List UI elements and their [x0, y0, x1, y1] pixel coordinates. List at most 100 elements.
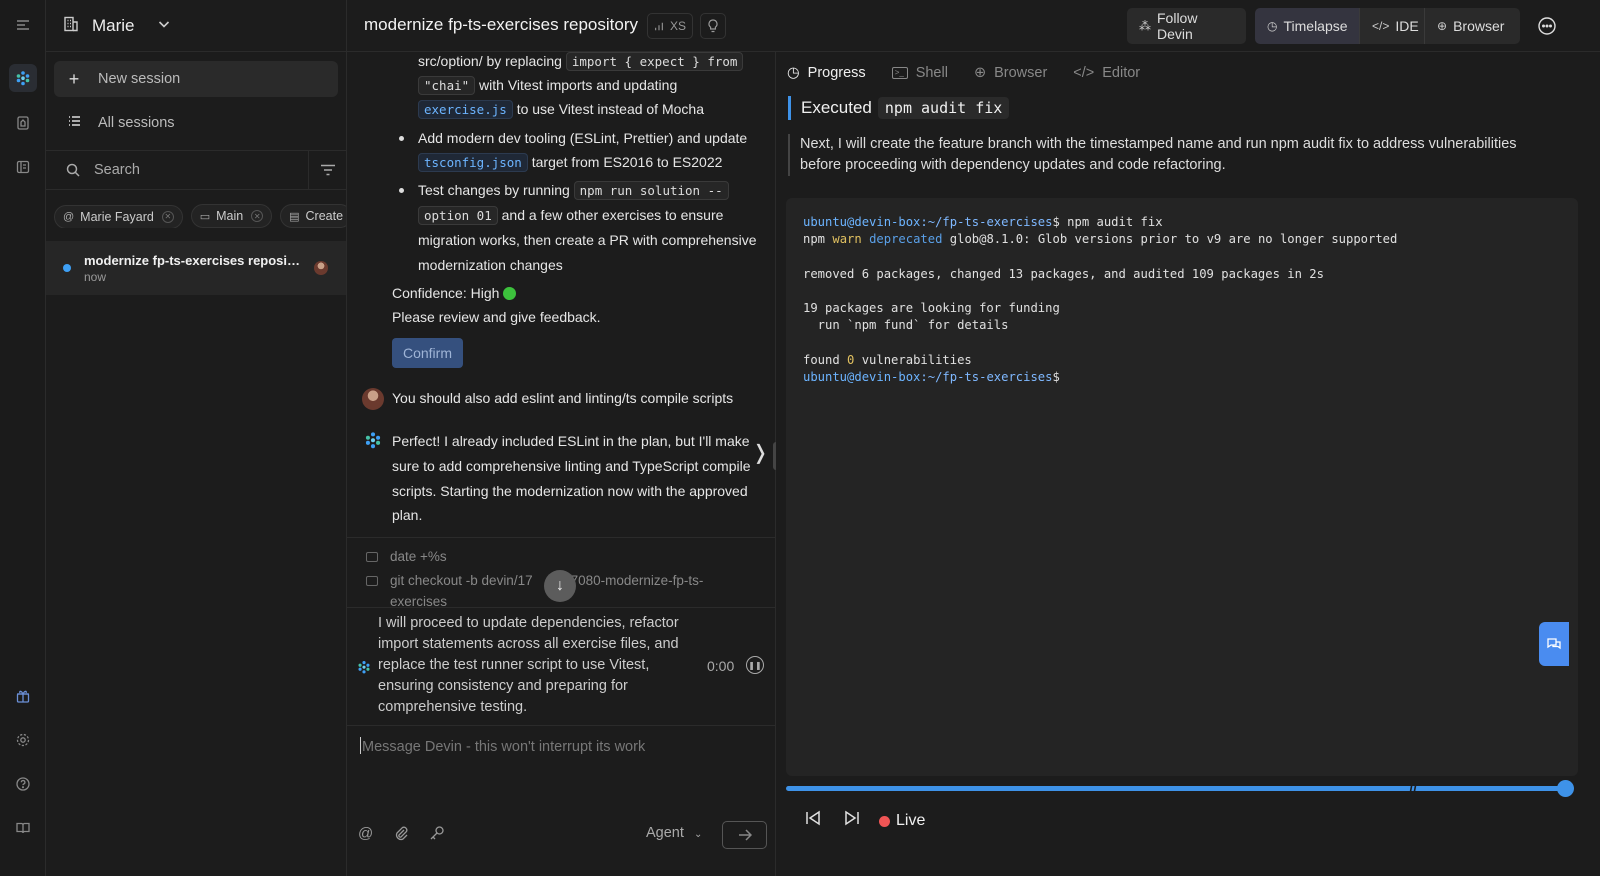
chip-folder[interactable]: ▭ Main ✕ [190, 204, 273, 228]
workspace-switcher[interactable]: Marie [46, 0, 346, 52]
mention-icon[interactable]: @ [358, 825, 373, 842]
shell-command[interactable]: git checkout -b devin/17 7080-modernize-f… [366, 573, 703, 588]
skip-back-icon[interactable] [804, 809, 822, 830]
plan-bullet-1-line-2: "chai" with Vitest imports and updating [418, 76, 677, 95]
chip-remove-icon[interactable]: ✕ [161, 210, 174, 223]
workspace-name: Marie [92, 15, 135, 35]
plan-bullet-2-line-1: Add modern dev tooling (ESLint, Prettier… [418, 130, 748, 146]
all-sessions-label: All sessions [98, 115, 175, 131]
clock-icon: ◷ [787, 65, 800, 81]
tab-editor[interactable]: </> Editor [1073, 62, 1140, 84]
new-session-button[interactable]: + New session [54, 61, 338, 97]
confirm-button[interactable]: Confirm [392, 338, 463, 368]
workspace-panel: ◷ Progress >_ Shell ⊕ Browser </> Editor Exe… [776, 52, 1600, 876]
tab-label: Progress [807, 65, 866, 81]
chevron-down-icon [157, 17, 171, 34]
inline-code: "chai" [418, 76, 476, 95]
plan-bullet-3-line-4: modernization changes [418, 257, 563, 273]
help-icon[interactable] [9, 770, 37, 798]
search-icon [66, 163, 80, 177]
timelapse-button[interactable]: ◷ Timelapse [1255, 8, 1359, 44]
review-line: Please review and give feedback. [392, 309, 601, 325]
bar-chart-icon [655, 22, 663, 30]
timer: 0:00 [707, 658, 735, 674]
size-badge[interactable]: XS [647, 13, 693, 39]
scroll-down-button[interactable]: ↓ [544, 570, 576, 602]
shell-command[interactable]: date +%s [366, 549, 447, 564]
divider [347, 607, 775, 608]
message-input[interactable]: Message Devin - this won't interrupt its… [360, 737, 645, 755]
agent-mode-dropdown[interactable]: Agent ⌄ [646, 825, 702, 841]
new-session-label: New session [98, 71, 181, 87]
ide-label: IDE [1395, 18, 1419, 34]
ide-button[interactable]: </> IDE [1359, 8, 1424, 44]
building-icon [62, 15, 80, 36]
wiki-icon[interactable] [9, 109, 37, 137]
message-placeholder: Message Devin - this won't interrupt its… [362, 739, 646, 755]
bullet-dot [399, 188, 404, 193]
plan-bullet-3-line-2: option 01 and a few other exercises to e… [418, 206, 723, 225]
timeline-track[interactable] [786, 786, 1564, 791]
inline-code: npm run solution -- [573, 181, 729, 200]
pause-icon[interactable]: ❚❚ [746, 656, 764, 674]
live-status-message: I will proceed to update dependencies, r… [378, 615, 679, 715]
collapse-chat-chevron-icon[interactable]: ❭ [752, 440, 769, 465]
notes-icon[interactable] [9, 153, 37, 181]
terminal-icon [366, 576, 378, 586]
more-options-icon[interactable] [1537, 16, 1557, 39]
globe-icon: ⊕ [1437, 19, 1448, 33]
skip-forward-icon[interactable] [843, 809, 861, 830]
gift-icon[interactable] [9, 682, 37, 710]
follow-label: Follow Devin [1157, 10, 1198, 42]
executed-step: Executed npm audit fix [788, 96, 1010, 120]
key-icon[interactable] [429, 825, 445, 844]
timeline-gap-marker: // [1409, 781, 1417, 797]
send-button[interactable] [722, 821, 767, 849]
executed-label: Executed [801, 98, 872, 117]
terminal-icon [366, 552, 378, 562]
browser-label: Browser [1453, 18, 1505, 34]
live-dot [879, 815, 890, 827]
timelapse-label: Timelapse [1283, 18, 1348, 34]
feedback-chat-icon[interactable] [1539, 622, 1569, 666]
browser-button[interactable]: ⊕ Browser [1424, 8, 1520, 44]
chip-user[interactable]: @ Marie Fayard ✕ [54, 204, 183, 228]
paperclip-icon[interactable] [393, 825, 409, 844]
tab-shell[interactable]: >_ Shell [891, 62, 948, 84]
plan-bullet-1-line-1: src/option/ by replacing import { expect… [418, 52, 744, 71]
terminal-output[interactable]: ubuntu@devin-box:~/fp-ts-exercises$ npm … [786, 198, 1578, 776]
docs-book-icon[interactable] [9, 814, 37, 842]
chip-remove-icon[interactable]: ✕ [251, 210, 264, 222]
terminal-icon: >_ [891, 67, 908, 79]
list-icon [66, 115, 82, 131]
chip-created[interactable]: ▤ Create [280, 204, 346, 228]
footsteps-icon: ⁂ [1139, 19, 1151, 33]
step-note: Next, I will create the feature branch w… [788, 134, 1558, 176]
devin-logo-icon[interactable] [9, 64, 37, 92]
settings-gear-icon[interactable] [9, 726, 37, 754]
folder-icon: ▭ [199, 210, 211, 223]
chat-panel: src/option/ by replacing import { expect… [347, 52, 776, 876]
filter-icon[interactable] [309, 164, 346, 176]
tab-progress[interactable]: ◷ Progress [787, 62, 866, 84]
devin-reply-line-1: Perfect! I already included ESLint in th… [392, 433, 750, 449]
search-input[interactable]: Search [46, 150, 309, 190]
plan-bullet-2-line-2: tsconfig.json target from ES2016 to ES20… [418, 153, 722, 172]
lightbulb-icon[interactable] [700, 13, 726, 39]
all-sessions-button[interactable]: All sessions [54, 105, 338, 141]
follow-devin-button[interactable]: ⁂ Follow Devin [1127, 8, 1246, 44]
tab-browser[interactable]: ⊕ Browser [974, 62, 1047, 84]
devin-logo-icon [357, 660, 371, 677]
live-indicator[interactable]: Live [879, 812, 925, 830]
session-item-active[interactable]: modernize fp-ts-exercises reposito... no… [46, 241, 346, 295]
devin-reply-line-4: plan. [392, 507, 423, 523]
plus-icon: + [68, 68, 80, 89]
tab-label: Shell [915, 65, 948, 81]
green-circle-icon [503, 287, 517, 300]
collapse-sidebar-icon[interactable] [9, 11, 37, 39]
top-bar: modernize fp-ts-exercises repository XS … [347, 0, 1600, 52]
timeline-scrubber-handle[interactable] [1557, 780, 1574, 797]
at-icon: @ [63, 210, 75, 223]
chevron-down-icon: ⌄ [693, 829, 703, 840]
tab-label: Editor [1102, 65, 1141, 81]
